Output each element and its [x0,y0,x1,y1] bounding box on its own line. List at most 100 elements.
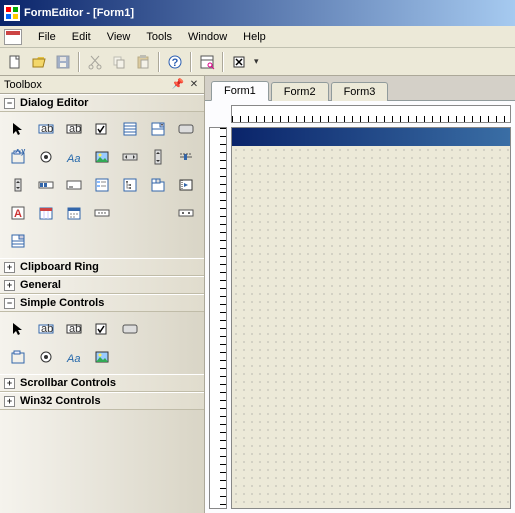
textbox-tool[interactable]: ab| [62,318,86,340]
simple-controls-tools: ab ab| Aa [0,312,204,374]
progress-tool[interactable] [34,174,58,196]
button-tool[interactable] [174,118,198,140]
open-button[interactable] [28,51,50,73]
groupbox-tool[interactable] [6,346,30,368]
horizontal-ruler[interactable] [231,105,511,123]
vertical-ruler[interactable] [209,127,227,509]
close-icon[interactable]: ✕ [188,79,200,91]
form-body[interactable] [232,146,510,508]
hotkey-tool[interactable] [62,174,86,196]
separator [78,52,80,72]
pointer-tool[interactable] [6,118,30,140]
menu-tools[interactable]: Tools [138,29,180,45]
checkbox-tool[interactable] [90,118,114,140]
slider-tool[interactable] [174,146,198,168]
menu-window[interactable]: Window [180,29,235,45]
design-area: Form1 Form2 Form3 [205,76,515,513]
system-menu-icon[interactable] [4,29,22,45]
picture-tool[interactable] [90,146,114,168]
groupbox-tool[interactable]: xy [6,146,30,168]
svg-text:ab: ab [41,123,53,135]
toolbox-panel: Toolbox 📌 ✕ − Dialog Editor ab ab| xy [0,76,205,513]
section-clipboard-ring[interactable]: + Clipboard Ring [0,258,204,276]
toolbox-title: Toolbox [4,79,42,91]
richtext-tool[interactable]: A [6,202,30,224]
radio-tool[interactable] [34,346,58,368]
delete-button[interactable] [228,51,250,73]
main-area: Toolbox 📌 ✕ − Dialog Editor ab ab| xy [0,76,515,513]
vscroll-tool[interactable] [146,146,170,168]
radio-tool[interactable] [34,146,58,168]
checkbox-tool[interactable] [90,318,114,340]
font-tool[interactable]: Aa [62,346,86,368]
separator [158,52,160,72]
section-general[interactable]: + General [0,276,204,294]
form-titlebar[interactable] [232,128,510,146]
section-label: Win32 Controls [20,395,101,407]
tab-form3[interactable]: Form3 [331,82,389,101]
svg-text:A: A [14,208,22,220]
titlebar[interactable]: FormEditor - [Form1] [0,0,515,26]
section-scrollbar-controls[interactable]: + Scrollbar Controls [0,374,204,392]
section-label: General [20,279,61,291]
menubar: File Edit View Tools Window Help [0,26,515,48]
ipaddress-tool[interactable] [90,202,114,224]
textbox-tool[interactable]: ab| [62,118,86,140]
separator [222,52,224,72]
combobox-tool[interactable] [146,118,170,140]
menu-edit[interactable]: Edit [64,29,99,45]
app-icon [4,5,20,21]
cut-button[interactable] [84,51,106,73]
separator [190,52,192,72]
svg-text:ab|: ab| [69,323,82,335]
save-button[interactable] [52,51,74,73]
treeview-tool[interactable] [118,174,142,196]
button-tool[interactable] [118,318,142,340]
new-button[interactable] [4,51,26,73]
label-tool[interactable]: ab [34,318,58,340]
pin-icon[interactable]: 📌 [172,79,184,91]
collapse-icon: − [4,298,15,309]
empty [146,318,170,340]
window-title: FormEditor - [Form1] [24,7,134,19]
tab-form1[interactable]: Form1 [211,81,269,101]
listview-tool[interactable] [90,174,114,196]
toolbar: ? ▾ [0,48,515,76]
pointer-tool[interactable] [6,318,30,340]
svg-text:?: ? [172,57,179,69]
section-dialog-editor[interactable]: − Dialog Editor [0,94,204,112]
section-simple-controls[interactable]: − Simple Controls [0,294,204,312]
expand-icon: + [4,280,15,291]
properties-button[interactable] [196,51,218,73]
font-tool[interactable]: Aa [62,146,86,168]
copy-button[interactable] [108,51,130,73]
dropdown-arrow-icon[interactable]: ▾ [252,56,261,67]
menu-view[interactable]: View [99,29,139,45]
tab-tool[interactable] [146,174,170,196]
extended-tool[interactable] [6,230,30,252]
hscroll-tool[interactable] [118,146,142,168]
section-label: Scrollbar Controls [20,377,116,389]
animation-tool[interactable] [174,174,198,196]
expand-icon: + [4,262,15,273]
paste-button[interactable] [132,51,154,73]
app-window: FormEditor - [Form1] File Edit View Tool… [0,0,515,513]
svg-text:ab|: ab| [69,123,82,135]
tab-form2[interactable]: Form2 [271,82,329,101]
custom-tool[interactable] [174,202,198,224]
label-tool[interactable]: ab [34,118,58,140]
svg-text:xy: xy [15,149,26,156]
svg-text:Aa: Aa [66,153,80,165]
monthcal-tool[interactable] [62,202,86,224]
picture-tool[interactable] [90,346,114,368]
menu-help[interactable]: Help [235,29,274,45]
help-button[interactable]: ? [164,51,186,73]
toolbox-header: Toolbox 📌 ✕ [0,76,204,94]
menu-file[interactable]: File [30,29,64,45]
section-label: Simple Controls [20,297,104,309]
datetimepicker-tool[interactable] [34,202,58,224]
form-canvas[interactable] [231,127,511,509]
listbox-tool[interactable] [118,118,142,140]
spin-tool[interactable] [6,174,30,196]
section-win32-controls[interactable]: + Win32 Controls [0,392,204,410]
